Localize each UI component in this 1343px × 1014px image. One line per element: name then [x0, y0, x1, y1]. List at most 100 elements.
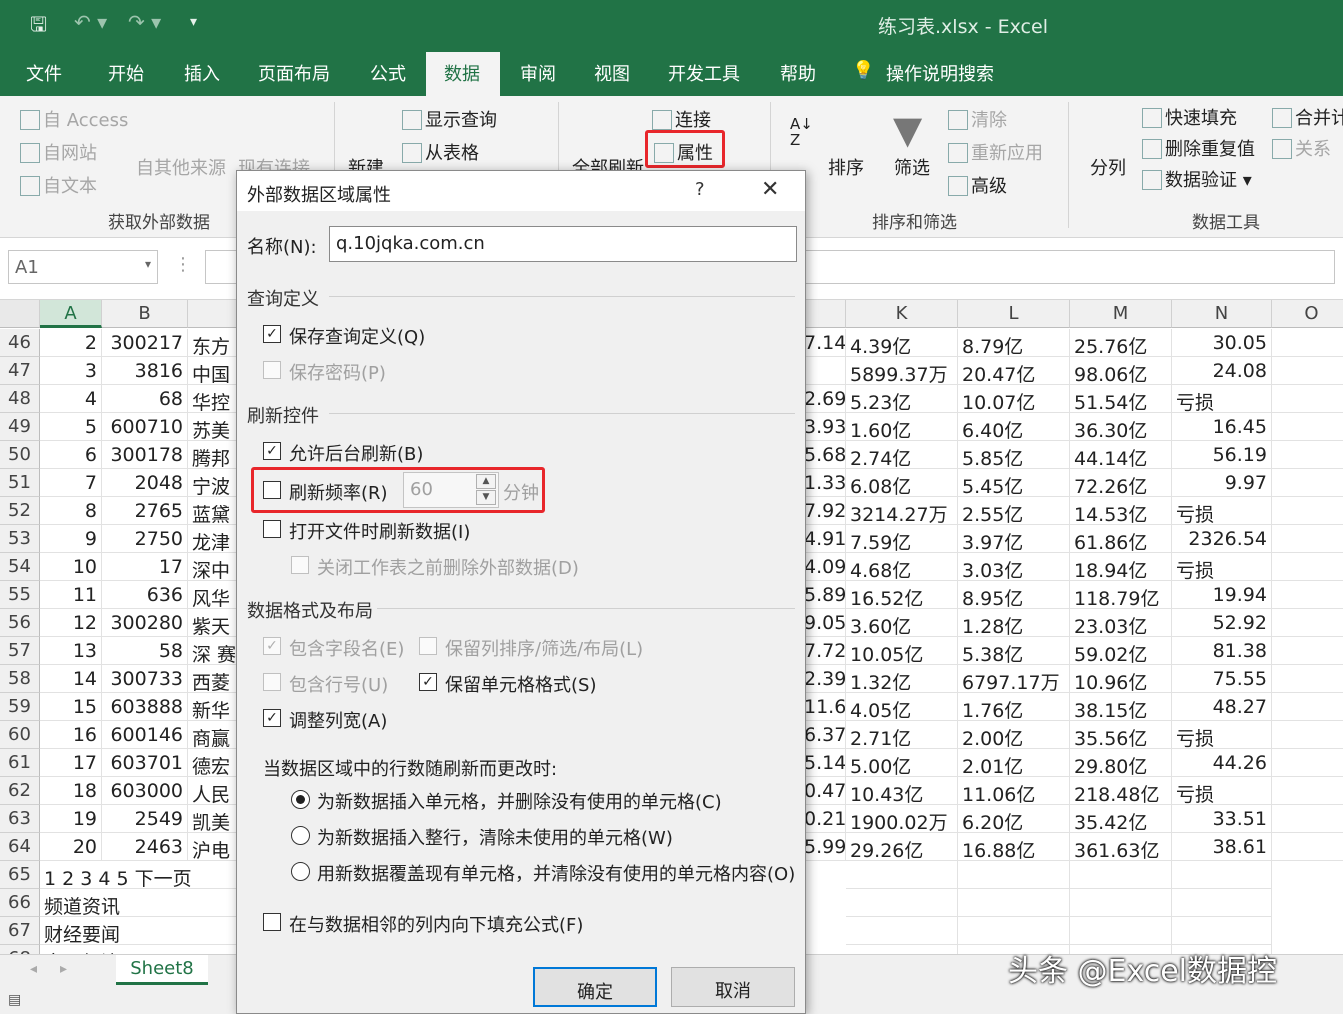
- clear-filter-button[interactable]: 清除: [948, 106, 1007, 132]
- cell-j[interactable]: 5.68: [800, 441, 846, 469]
- cell-l[interactable]: 5.85亿: [958, 441, 1070, 469]
- row-header[interactable]: 58: [0, 665, 40, 693]
- row-header[interactable]: 61: [0, 749, 40, 777]
- cell-n[interactable]: 亏损: [1172, 497, 1272, 525]
- cell-k[interactable]: 2.74亿: [846, 441, 958, 469]
- cell-l[interactable]: 6797.17万: [958, 665, 1070, 693]
- cell-b[interactable]: 2549: [102, 805, 188, 833]
- cell-k[interactable]: [846, 861, 958, 889]
- cell-a[interactable]: 5: [40, 413, 102, 441]
- name-field[interactable]: q.10jqka.com.cn: [329, 226, 797, 262]
- cell-j[interactable]: 7.14: [800, 329, 846, 357]
- data-validation-button[interactable]: 数据验证 ▾: [1142, 166, 1252, 192]
- connections-button[interactable]: 连接: [652, 106, 711, 132]
- cell-k[interactable]: 6.08亿: [846, 469, 958, 497]
- sort-button[interactable]: 排序: [828, 154, 864, 180]
- cell-l[interactable]: 10.07亿: [958, 385, 1070, 413]
- cell-o[interactable]: [1272, 637, 1343, 665]
- cell-k[interactable]: 5.23亿: [846, 385, 958, 413]
- cell-k[interactable]: 5.00亿: [846, 749, 958, 777]
- cell-m[interactable]: 38.15亿: [1070, 693, 1172, 721]
- cell-b[interactable]: 603000: [102, 777, 188, 805]
- filter-button[interactable]: 筛选: [894, 154, 930, 180]
- cell-m[interactable]: 361.63亿: [1070, 833, 1172, 861]
- cell-o[interactable]: [1272, 525, 1343, 553]
- cell-b[interactable]: 68: [102, 385, 188, 413]
- cell-b[interactable]: 2048: [102, 469, 188, 497]
- preserve-cell-format-checkbox[interactable]: ✓: [419, 673, 437, 691]
- cell-l[interactable]: 11.06亿: [958, 777, 1070, 805]
- cell-m[interactable]: 218.48亿: [1070, 777, 1172, 805]
- cell-b[interactable]: 600710: [102, 413, 188, 441]
- insert-cells-radio[interactable]: [291, 790, 310, 809]
- cell-l[interactable]: 8.79亿: [958, 329, 1070, 357]
- cell-b[interactable]: 3816: [102, 357, 188, 385]
- cell-l[interactable]: 2.00亿: [958, 721, 1070, 749]
- cell-a[interactable]: 9: [40, 525, 102, 553]
- cell-j[interactable]: 5.14: [800, 749, 846, 777]
- cell-o[interactable]: [1272, 497, 1343, 525]
- cell-o[interactable]: [1272, 357, 1343, 385]
- adjust-column-width-checkbox[interactable]: ✓: [263, 709, 281, 727]
- cell-a[interactable]: 10: [40, 553, 102, 581]
- cell-b[interactable]: 603888: [102, 693, 188, 721]
- cell-j[interactable]: 5.99: [800, 833, 846, 861]
- ok-button[interactable]: 确定: [533, 967, 657, 1007]
- cell-n[interactable]: [1172, 917, 1272, 945]
- row-header[interactable]: 51: [0, 469, 40, 497]
- row-header[interactable]: 46: [0, 329, 40, 357]
- cell-o[interactable]: [1272, 609, 1343, 637]
- cell-m[interactable]: 98.06亿: [1070, 357, 1172, 385]
- cell-n[interactable]: 48.27: [1172, 693, 1272, 721]
- cell-k[interactable]: 5899.37万: [846, 357, 958, 385]
- cell-k[interactable]: 4.05亿: [846, 693, 958, 721]
- cell-j[interactable]: 2.69: [800, 385, 846, 413]
- scroll-left-icon[interactable]: ◂: [30, 961, 37, 977]
- cell-a[interactable]: 8: [40, 497, 102, 525]
- cell-n[interactable]: 52.92: [1172, 609, 1272, 637]
- row-header[interactable]: 68: [0, 945, 40, 954]
- cell-k[interactable]: 1.60亿: [846, 413, 958, 441]
- row-header[interactable]: 65: [0, 861, 40, 889]
- cell-n[interactable]: 33.51: [1172, 805, 1272, 833]
- cell-n[interactable]: 亏损: [1172, 721, 1272, 749]
- cell-k[interactable]: 7.59亿: [846, 525, 958, 553]
- column-header-n[interactable]: N: [1172, 300, 1272, 328]
- cell-a[interactable]: 20: [40, 833, 102, 861]
- cell-b[interactable]: 300733: [102, 665, 188, 693]
- cell-j[interactable]: 2.39: [800, 665, 846, 693]
- row-header[interactable]: 64: [0, 833, 40, 861]
- from-table-button[interactable]: 从表格: [402, 139, 479, 165]
- cell-k[interactable]: 4.68亿: [846, 553, 958, 581]
- cell-m[interactable]: [1070, 861, 1172, 889]
- tab-review[interactable]: 审阅: [520, 60, 556, 86]
- cell-b[interactable]: 636: [102, 581, 188, 609]
- consolidate-button[interactable]: 合并计: [1272, 104, 1343, 130]
- cell-m[interactable]: 72.26亿: [1070, 469, 1172, 497]
- scroll-right-icon[interactable]: ▸: [60, 961, 67, 977]
- cell-b[interactable]: 58: [102, 637, 188, 665]
- cell-j[interactable]: [800, 357, 846, 385]
- row-header[interactable]: 57: [0, 637, 40, 665]
- cell-o[interactable]: [1272, 721, 1343, 749]
- cell-b[interactable]: 300178: [102, 441, 188, 469]
- cell-m[interactable]: 35.56亿: [1070, 721, 1172, 749]
- row-header[interactable]: 53: [0, 525, 40, 553]
- cell-m[interactable]: 18.94亿: [1070, 553, 1172, 581]
- cell-l[interactable]: 20.47亿: [958, 357, 1070, 385]
- row-header[interactable]: 66: [0, 889, 40, 917]
- cell-n[interactable]: 38.61: [1172, 833, 1272, 861]
- row-header[interactable]: 62: [0, 777, 40, 805]
- cell-a[interactable]: 4: [40, 385, 102, 413]
- cell-j[interactable]: 4.09: [800, 553, 846, 581]
- cell-k[interactable]: [846, 917, 958, 945]
- row-header[interactable]: 47: [0, 357, 40, 385]
- tab-file[interactable]: 文件: [26, 60, 62, 86]
- cell-o[interactable]: [1272, 329, 1343, 357]
- cell-l[interactable]: 5.45亿: [958, 469, 1070, 497]
- cell-j[interactable]: 3.93: [800, 413, 846, 441]
- cell-k[interactable]: 1.32亿: [846, 665, 958, 693]
- cell-m[interactable]: 44.14亿: [1070, 441, 1172, 469]
- column-header-l[interactable]: L: [958, 300, 1070, 328]
- cell-k[interactable]: 10.43亿: [846, 777, 958, 805]
